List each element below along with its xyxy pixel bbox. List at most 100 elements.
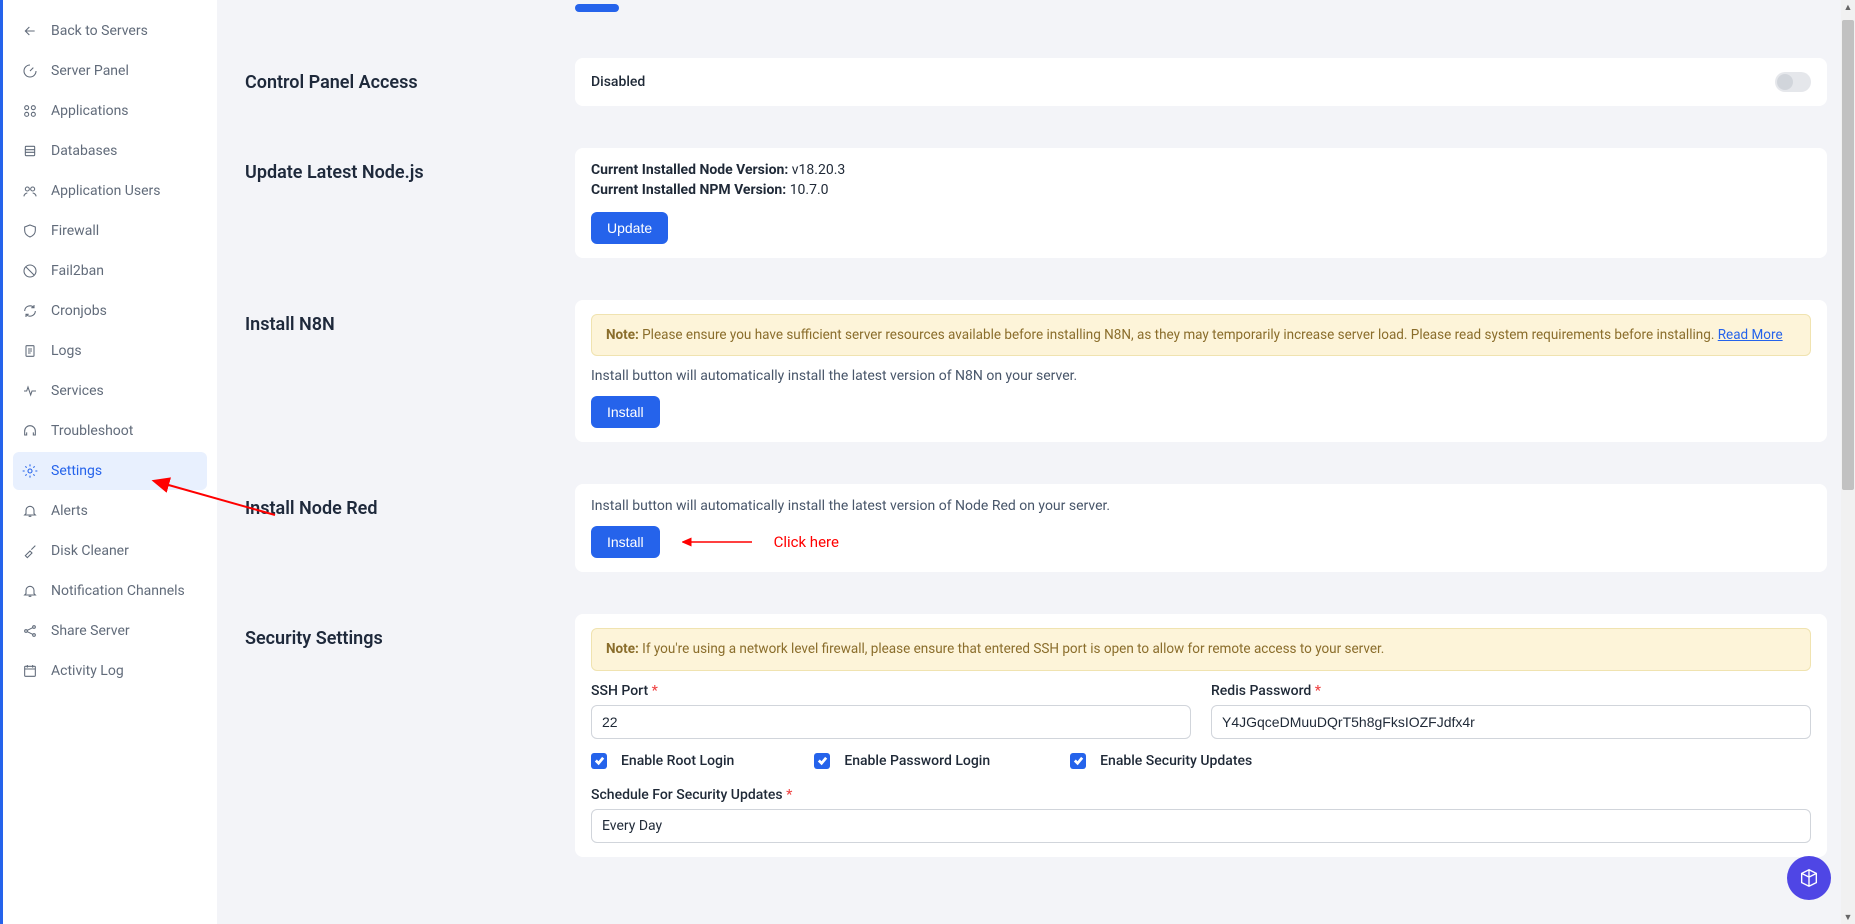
section-title: Security Settings (245, 614, 545, 856)
sidebar-item-label: Databases (51, 143, 117, 159)
checkbox-label: Enable Security Updates (1100, 753, 1252, 769)
sidebar-item-label: Firewall (51, 223, 99, 239)
sidebar-item-share-server[interactable]: Share Server (13, 612, 207, 650)
heartbeat-icon (21, 382, 39, 400)
sidebar-item-applications[interactable]: Applications (13, 92, 207, 130)
sidebar-item-firewall[interactable]: Firewall (13, 212, 207, 250)
sidebar-item-databases[interactable]: Databases (13, 132, 207, 170)
users-icon (21, 182, 39, 200)
sidebar-item-label: Applications (51, 103, 129, 119)
sidebar-item-label: Troubleshoot (51, 423, 133, 439)
schedule-select[interactable]: Every Day (591, 809, 1811, 843)
sidebar-item-label: Share Server (51, 623, 130, 639)
gauge-icon (21, 62, 39, 80)
security-note: Note: If you're using a network level fi… (591, 628, 1811, 670)
sidebar-item-label: Services (51, 383, 104, 399)
sidebar-item-label: Settings (51, 463, 102, 479)
database-icon (21, 142, 39, 160)
sidebar-item-app-users[interactable]: Application Users (13, 172, 207, 210)
shield-icon (21, 222, 39, 240)
ssh-port-label: SSH Port * (591, 683, 1191, 699)
sidebar-item-cronjobs[interactable]: Cronjobs (13, 292, 207, 330)
file-icon (21, 342, 39, 360)
sidebar-item-server-panel[interactable]: Server Panel (13, 52, 207, 90)
checkbox-label: Enable Root Login (621, 753, 734, 769)
sidebar-item-notification-channels[interactable]: Notification Channels (13, 572, 207, 610)
sidebar-item-activity-log[interactable]: Activity Log (13, 652, 207, 690)
checkbox-label: Enable Password Login (844, 753, 990, 769)
sidebar: Back to Servers Server Panel Application… (0, 0, 217, 924)
enable-root-login-checkbox[interactable] (591, 753, 607, 769)
apps-icon (21, 102, 39, 120)
partial-button[interactable] (575, 4, 619, 12)
ban-icon (21, 262, 39, 280)
brush-icon (21, 542, 39, 560)
section-title: Control Panel Access (245, 58, 545, 106)
sidebar-item-label: Cronjobs (51, 303, 107, 319)
section-security: Security Settings Note: If you're using … (245, 614, 1827, 856)
note-text: If you're using a network level firewall… (639, 641, 1385, 657)
control-panel-status: Disabled (591, 74, 645, 90)
enable-security-updates-checkbox[interactable] (1070, 753, 1086, 769)
section-title: Install N8N (245, 300, 545, 442)
schedule-label: Schedule For Security Updates * (591, 787, 1811, 803)
n8n-note: Note: Please ensure you have sufficient … (591, 314, 1811, 356)
node-version-value: v18.20.3 (788, 162, 845, 178)
note-prefix: Note: (606, 641, 639, 657)
enable-password-login-checkbox[interactable] (814, 753, 830, 769)
calendar-icon (21, 662, 39, 680)
sidebar-item-label: Back to Servers (51, 23, 148, 39)
help-fab[interactable] (1787, 856, 1831, 900)
redis-password-label: Redis Password * (1211, 683, 1811, 699)
scrollbar[interactable]: ▲ ▼ (1841, 0, 1855, 924)
sidebar-item-label: Server Panel (51, 63, 129, 79)
refresh-icon (21, 302, 39, 320)
share-icon (21, 622, 39, 640)
sidebar-item-troubleshoot[interactable]: Troubleshoot (13, 412, 207, 450)
section-install-n8n: Install N8N Note: Please ensure you have… (245, 300, 1827, 442)
section-update-node: Update Latest Node.js Current Installed … (245, 148, 1827, 258)
scroll-up-icon[interactable]: ▲ (1841, 0, 1855, 14)
install-nodered-button[interactable]: Install (591, 526, 660, 558)
main-content: Control Panel Access Disabled Update Lat… (217, 0, 1855, 924)
sidebar-item-back[interactable]: Back to Servers (13, 12, 207, 50)
scroll-down-icon[interactable]: ▼ (1841, 910, 1855, 924)
scrollbar-thumb[interactable] (1842, 20, 1854, 490)
sidebar-item-logs[interactable]: Logs (13, 332, 207, 370)
redis-password-input[interactable] (1211, 705, 1811, 739)
click-here-annotation: Click here (774, 533, 839, 551)
update-button[interactable]: Update (591, 212, 668, 244)
headset-icon (21, 422, 39, 440)
sidebar-item-label: Activity Log (51, 663, 124, 679)
sidebar-item-fail2ban[interactable]: Fail2ban (13, 252, 207, 290)
section-install-nodered: Install Node Red Install button will aut… (245, 484, 1827, 572)
ssh-port-input[interactable] (591, 705, 1191, 739)
arrow-left-icon (21, 22, 39, 40)
sidebar-item-label: Logs (51, 343, 82, 359)
sidebar-item-label: Notification Channels (51, 583, 185, 599)
sidebar-item-label: Disk Cleaner (51, 543, 129, 559)
install-n8n-button[interactable]: Install (591, 396, 660, 428)
n8n-description: Install button will automatically instal… (591, 368, 1811, 384)
sidebar-item-services[interactable]: Services (13, 372, 207, 410)
npm-version-value: 10.7.0 (786, 182, 828, 198)
sidebar-item-label: Application Users (51, 183, 160, 199)
bell-icon (21, 502, 39, 520)
node-version-label: Current Installed Node Version: (591, 162, 788, 178)
note-text: Please ensure you have sufficient server… (639, 327, 1718, 343)
sidebar-item-settings[interactable]: Settings (13, 452, 207, 490)
npm-version-label: Current Installed NPM Version: (591, 182, 786, 198)
sidebar-item-label: Alerts (51, 503, 88, 519)
read-more-link[interactable]: Read More (1718, 327, 1783, 343)
sidebar-item-label: Fail2ban (51, 263, 104, 279)
control-panel-toggle[interactable] (1775, 72, 1811, 92)
nodered-description: Install button will automatically instal… (591, 498, 1811, 514)
gear-icon (21, 462, 39, 480)
sidebar-item-disk-cleaner[interactable]: Disk Cleaner (13, 532, 207, 570)
sidebar-item-alerts[interactable]: Alerts (13, 492, 207, 530)
cube-icon (1798, 867, 1820, 889)
section-title: Update Latest Node.js (245, 148, 545, 258)
section-control-panel: Control Panel Access Disabled (245, 58, 1827, 106)
arrow-annotation-icon (682, 534, 752, 550)
section-title: Install Node Red (245, 484, 545, 572)
